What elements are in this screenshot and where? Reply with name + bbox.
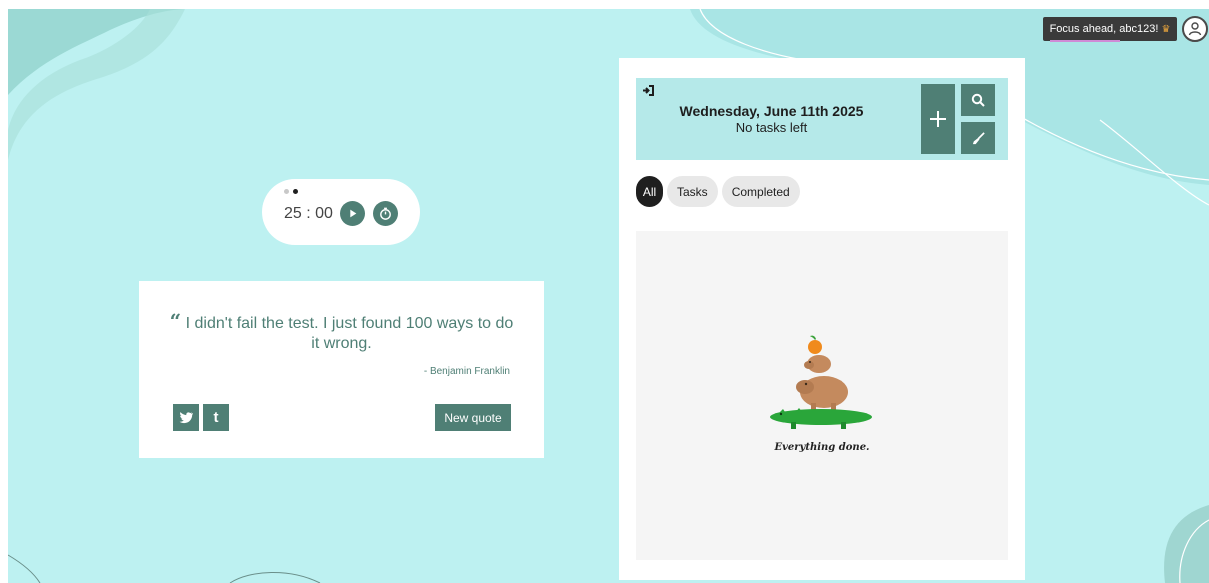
task-date: Wednesday, June 11th 2025 (679, 103, 864, 119)
timer-mode-dots (284, 189, 298, 194)
timer-mode-dot-focus[interactable] (284, 189, 289, 194)
pomodoro-timer: 25 : 00 (262, 179, 420, 245)
profile-button[interactable] (1182, 16, 1208, 42)
window-top-edge (0, 0, 1209, 9)
plus-icon (930, 111, 946, 127)
add-task-button[interactable] (921, 84, 955, 154)
crown-icon: ♛ (1161, 23, 1171, 35)
share-tumblr-button[interactable]: t (203, 404, 229, 431)
filter-tasks[interactable]: Tasks (667, 176, 718, 207)
quote-mark-icon: “ (169, 309, 182, 333)
capybara-illustration (770, 335, 872, 429)
empty-state-message: Everything done. (774, 442, 870, 453)
timer-reset-icon (380, 207, 391, 220)
timer-reset-button[interactable] (373, 201, 398, 226)
sign-in-icon[interactable] (642, 83, 654, 101)
search-icon (971, 93, 985, 107)
twitter-icon (179, 411, 193, 423)
timer-mode-dot-break[interactable] (293, 189, 298, 194)
greeting-text: Focus ahead, abc123! (1049, 23, 1159, 35)
filter-all[interactable]: All (636, 176, 663, 207)
task-filters: All Tasks Completed (636, 176, 800, 207)
task-panel: Wednesday, June 11th 2025 No tasks left … (619, 58, 1025, 580)
search-tasks-button[interactable] (961, 84, 995, 116)
greeting-badge: Focus ahead, abc123! ♛ (1043, 17, 1177, 41)
clear-completed-button[interactable] (961, 122, 995, 154)
user-icon (1188, 22, 1202, 36)
task-list: Everything done. (636, 231, 1008, 560)
share-twitter-button[interactable] (173, 404, 199, 431)
task-header: Wednesday, June 11th 2025 No tasks left (636, 78, 1008, 160)
timer-display: 25 : 00 (284, 205, 333, 222)
play-icon (350, 209, 357, 218)
new-quote-button[interactable]: New quote (435, 404, 511, 431)
timer-play-button[interactable] (340, 201, 365, 226)
greeting-underline (1050, 40, 1120, 42)
tumblr-icon: t (213, 409, 219, 426)
quote-body: “ I didn't fail the test. I just found 1… (169, 311, 514, 354)
filter-completed[interactable]: Completed (721, 176, 800, 207)
window-left-edge (0, 0, 8, 583)
quote-card: “ I didn't fail the test. I just found 1… (139, 281, 544, 458)
broom-icon (972, 131, 985, 144)
quote-text: I didn't fail the test. I just found 100… (185, 315, 514, 352)
quote-author: - Benjamin Franklin (423, 366, 510, 377)
tasks-remaining: No tasks left (735, 120, 808, 135)
